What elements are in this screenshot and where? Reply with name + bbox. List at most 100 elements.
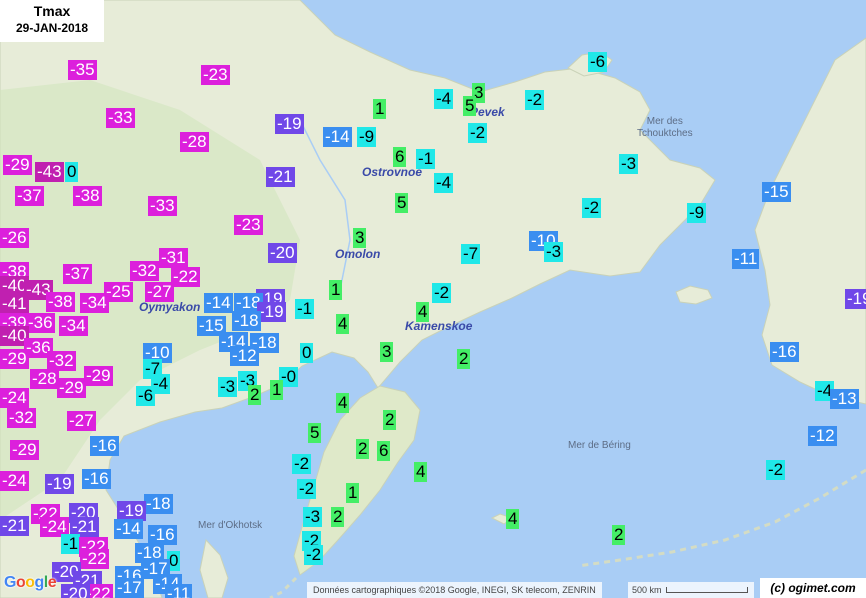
station-temp-label[interactable]: 2 (612, 525, 626, 545)
station-temp-label[interactable]: -2 (582, 198, 602, 218)
station-temp-label[interactable]: -18 (232, 311, 261, 331)
station-temp-label[interactable]: -29 (57, 378, 86, 398)
station-temp-label[interactable]: 5 (463, 96, 477, 116)
station-temp-label[interactable]: -36 (26, 313, 55, 333)
station-temp-label[interactable]: -34 (80, 293, 109, 313)
station-temp-label[interactable]: -20 (268, 243, 297, 263)
station-temp-label[interactable]: -2 (297, 479, 317, 499)
station-temp-label[interactable]: -22 (171, 267, 200, 287)
station-temp-label[interactable]: -37 (15, 186, 44, 206)
station-temp-label[interactable]: -9 (687, 203, 707, 223)
station-temp-label[interactable]: 2 (248, 385, 262, 405)
station-temp-label[interactable]: 2 (331, 507, 345, 527)
station-temp-label[interactable]: -13 (830, 389, 859, 409)
station-temp-label[interactable]: -14 (114, 519, 143, 539)
station-temp-label[interactable]: -12 (230, 346, 259, 366)
station-temp-label[interactable]: -19 (257, 302, 286, 322)
station-temp-label[interactable]: -2 (304, 545, 324, 565)
station-temp-label[interactable]: -33 (106, 108, 135, 128)
station-temp-label[interactable]: -19 (275, 114, 304, 134)
station-temp-label[interactable]: 2 (383, 410, 397, 430)
station-temp-label[interactable]: -16 (82, 469, 111, 489)
station-temp-label[interactable]: -27 (67, 411, 96, 431)
station-temp-label[interactable]: -24 (0, 388, 29, 408)
station-temp-label[interactable]: -4 (434, 89, 454, 109)
station-temp-label[interactable]: -2 (525, 90, 545, 110)
station-temp-label[interactable]: -35 (68, 60, 97, 80)
station-temp-label[interactable]: 2 (356, 439, 370, 459)
station-temp-label[interactable]: -28 (30, 369, 59, 389)
map-canvas[interactable]: Tmax 29-JAN-2018 Mer des Tchouktches Mer d… (0, 0, 866, 598)
station-temp-label[interactable]: -26 (0, 228, 29, 248)
station-temp-label[interactable]: -3 (544, 242, 564, 262)
station-temp-label[interactable]: -20 (61, 584, 90, 598)
station-temp-label[interactable]: -14 (204, 293, 233, 313)
station-temp-label[interactable]: -32 (47, 351, 76, 371)
station-temp-label[interactable]: -37 (63, 264, 92, 284)
station-temp-label[interactable]: -23 (201, 65, 230, 85)
station-temp-label[interactable]: -16 (90, 436, 119, 456)
station-temp-label[interactable]: -3 (218, 377, 238, 397)
station-temp-label[interactable]: -1 (295, 299, 315, 319)
station-temp-label[interactable]: -41 (0, 294, 29, 314)
station-temp-label[interactable]: 3 (380, 342, 394, 362)
station-temp-label[interactable]: -6 (588, 52, 608, 72)
station-temp-label[interactable]: -19 (117, 501, 146, 521)
station-temp-label[interactable]: 0 (300, 343, 314, 363)
station-temp-label[interactable]: -19 (845, 289, 866, 309)
station-temp-label[interactable]: -33 (148, 196, 177, 216)
station-temp-label[interactable]: -29 (84, 366, 113, 386)
station-temp-label[interactable]: -6 (136, 386, 156, 406)
station-temp-label[interactable]: -11 (165, 584, 193, 598)
station-temp-label[interactable]: -16 (770, 342, 799, 362)
station-temp-label[interactable]: 1 (346, 483, 360, 503)
station-temp-label[interactable]: -2 (468, 123, 488, 143)
station-temp-label[interactable]: 5 (308, 423, 322, 443)
station-temp-label[interactable]: -21 (0, 516, 29, 536)
station-temp-label[interactable]: -29 (3, 155, 32, 175)
station-temp-label[interactable]: -31 (159, 248, 188, 268)
station-temp-label[interactable]: -2 (292, 454, 312, 474)
station-temp-label[interactable]: 5 (395, 193, 409, 213)
station-temp-label[interactable]: -12 (808, 426, 837, 446)
station-temp-label[interactable]: -23 (234, 215, 263, 235)
station-temp-label[interactable]: -1 (416, 149, 436, 169)
station-temp-label[interactable]: 6 (393, 147, 407, 167)
station-temp-label[interactable]: -2 (432, 283, 452, 303)
station-temp-label[interactable]: 4 (336, 314, 350, 334)
station-temp-label[interactable]: 6 (377, 441, 391, 461)
station-temp-label[interactable]: 1 (270, 380, 284, 400)
station-temp-label[interactable]: -29 (0, 349, 29, 369)
station-temp-label[interactable]: 1 (329, 280, 343, 300)
station-temp-label[interactable]: 2 (457, 349, 471, 369)
google-logo[interactable]: Google (4, 574, 57, 592)
station-temp-label[interactable]: -4 (434, 173, 454, 193)
station-temp-label[interactable]: -24 (0, 471, 29, 491)
station-temp-label[interactable]: -14 (323, 127, 352, 147)
station-temp-label[interactable]: -1 (61, 534, 81, 554)
station-temp-label[interactable]: -29 (10, 440, 39, 460)
station-temp-label[interactable]: -27 (145, 282, 174, 302)
station-temp-label[interactable]: -32 (130, 261, 159, 281)
station-temp-label[interactable]: -15 (762, 182, 791, 202)
station-temp-label[interactable]: 4 (336, 393, 350, 413)
station-temp-label[interactable]: -16 (148, 525, 177, 545)
station-temp-label[interactable]: -19 (45, 474, 74, 494)
station-temp-label[interactable]: -28 (180, 132, 209, 152)
station-temp-label[interactable]: -38 (73, 186, 102, 206)
station-temp-label[interactable]: 4 (414, 462, 428, 482)
station-temp-label[interactable]: -38 (46, 292, 75, 312)
station-temp-label[interactable]: -9 (357, 127, 377, 147)
station-temp-label[interactable]: -17 (115, 578, 144, 598)
station-temp-label[interactable]: -3 (303, 507, 323, 527)
station-temp-label[interactable]: 4 (506, 509, 520, 529)
station-temp-label[interactable]: 1 (373, 99, 387, 119)
station-temp-label[interactable]: -11 (732, 249, 760, 269)
station-temp-label[interactable]: -21 (266, 167, 295, 187)
station-temp-label[interactable]: -7 (461, 244, 481, 264)
station-temp-label[interactable]: -32 (7, 408, 36, 428)
station-temp-label[interactable]: 3 (353, 228, 367, 248)
station-temp-label[interactable]: -18 (144, 494, 173, 514)
station-temp-label[interactable]: 4 (416, 302, 430, 322)
station-temp-label[interactable]: -34 (59, 316, 88, 336)
